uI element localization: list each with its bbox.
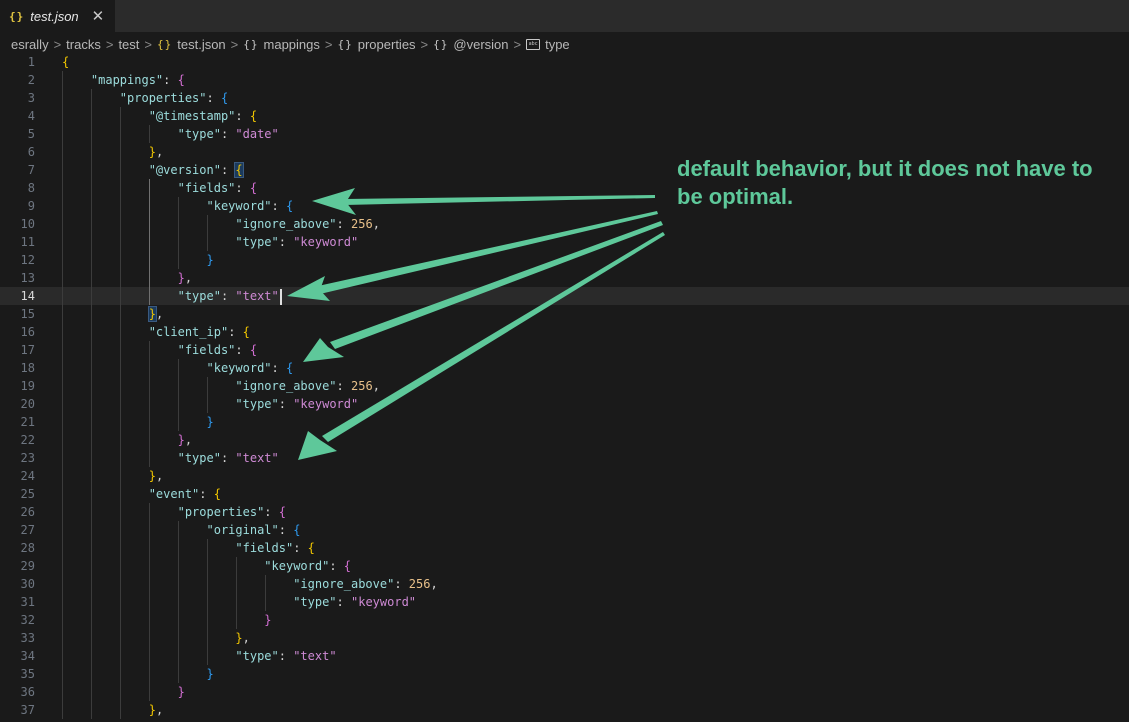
arrow-shaft xyxy=(330,221,663,349)
arrow-shaft xyxy=(345,195,655,205)
arrow-shaft xyxy=(318,211,658,294)
arrow-shaft xyxy=(322,232,665,442)
annotation-arrows xyxy=(287,188,665,460)
